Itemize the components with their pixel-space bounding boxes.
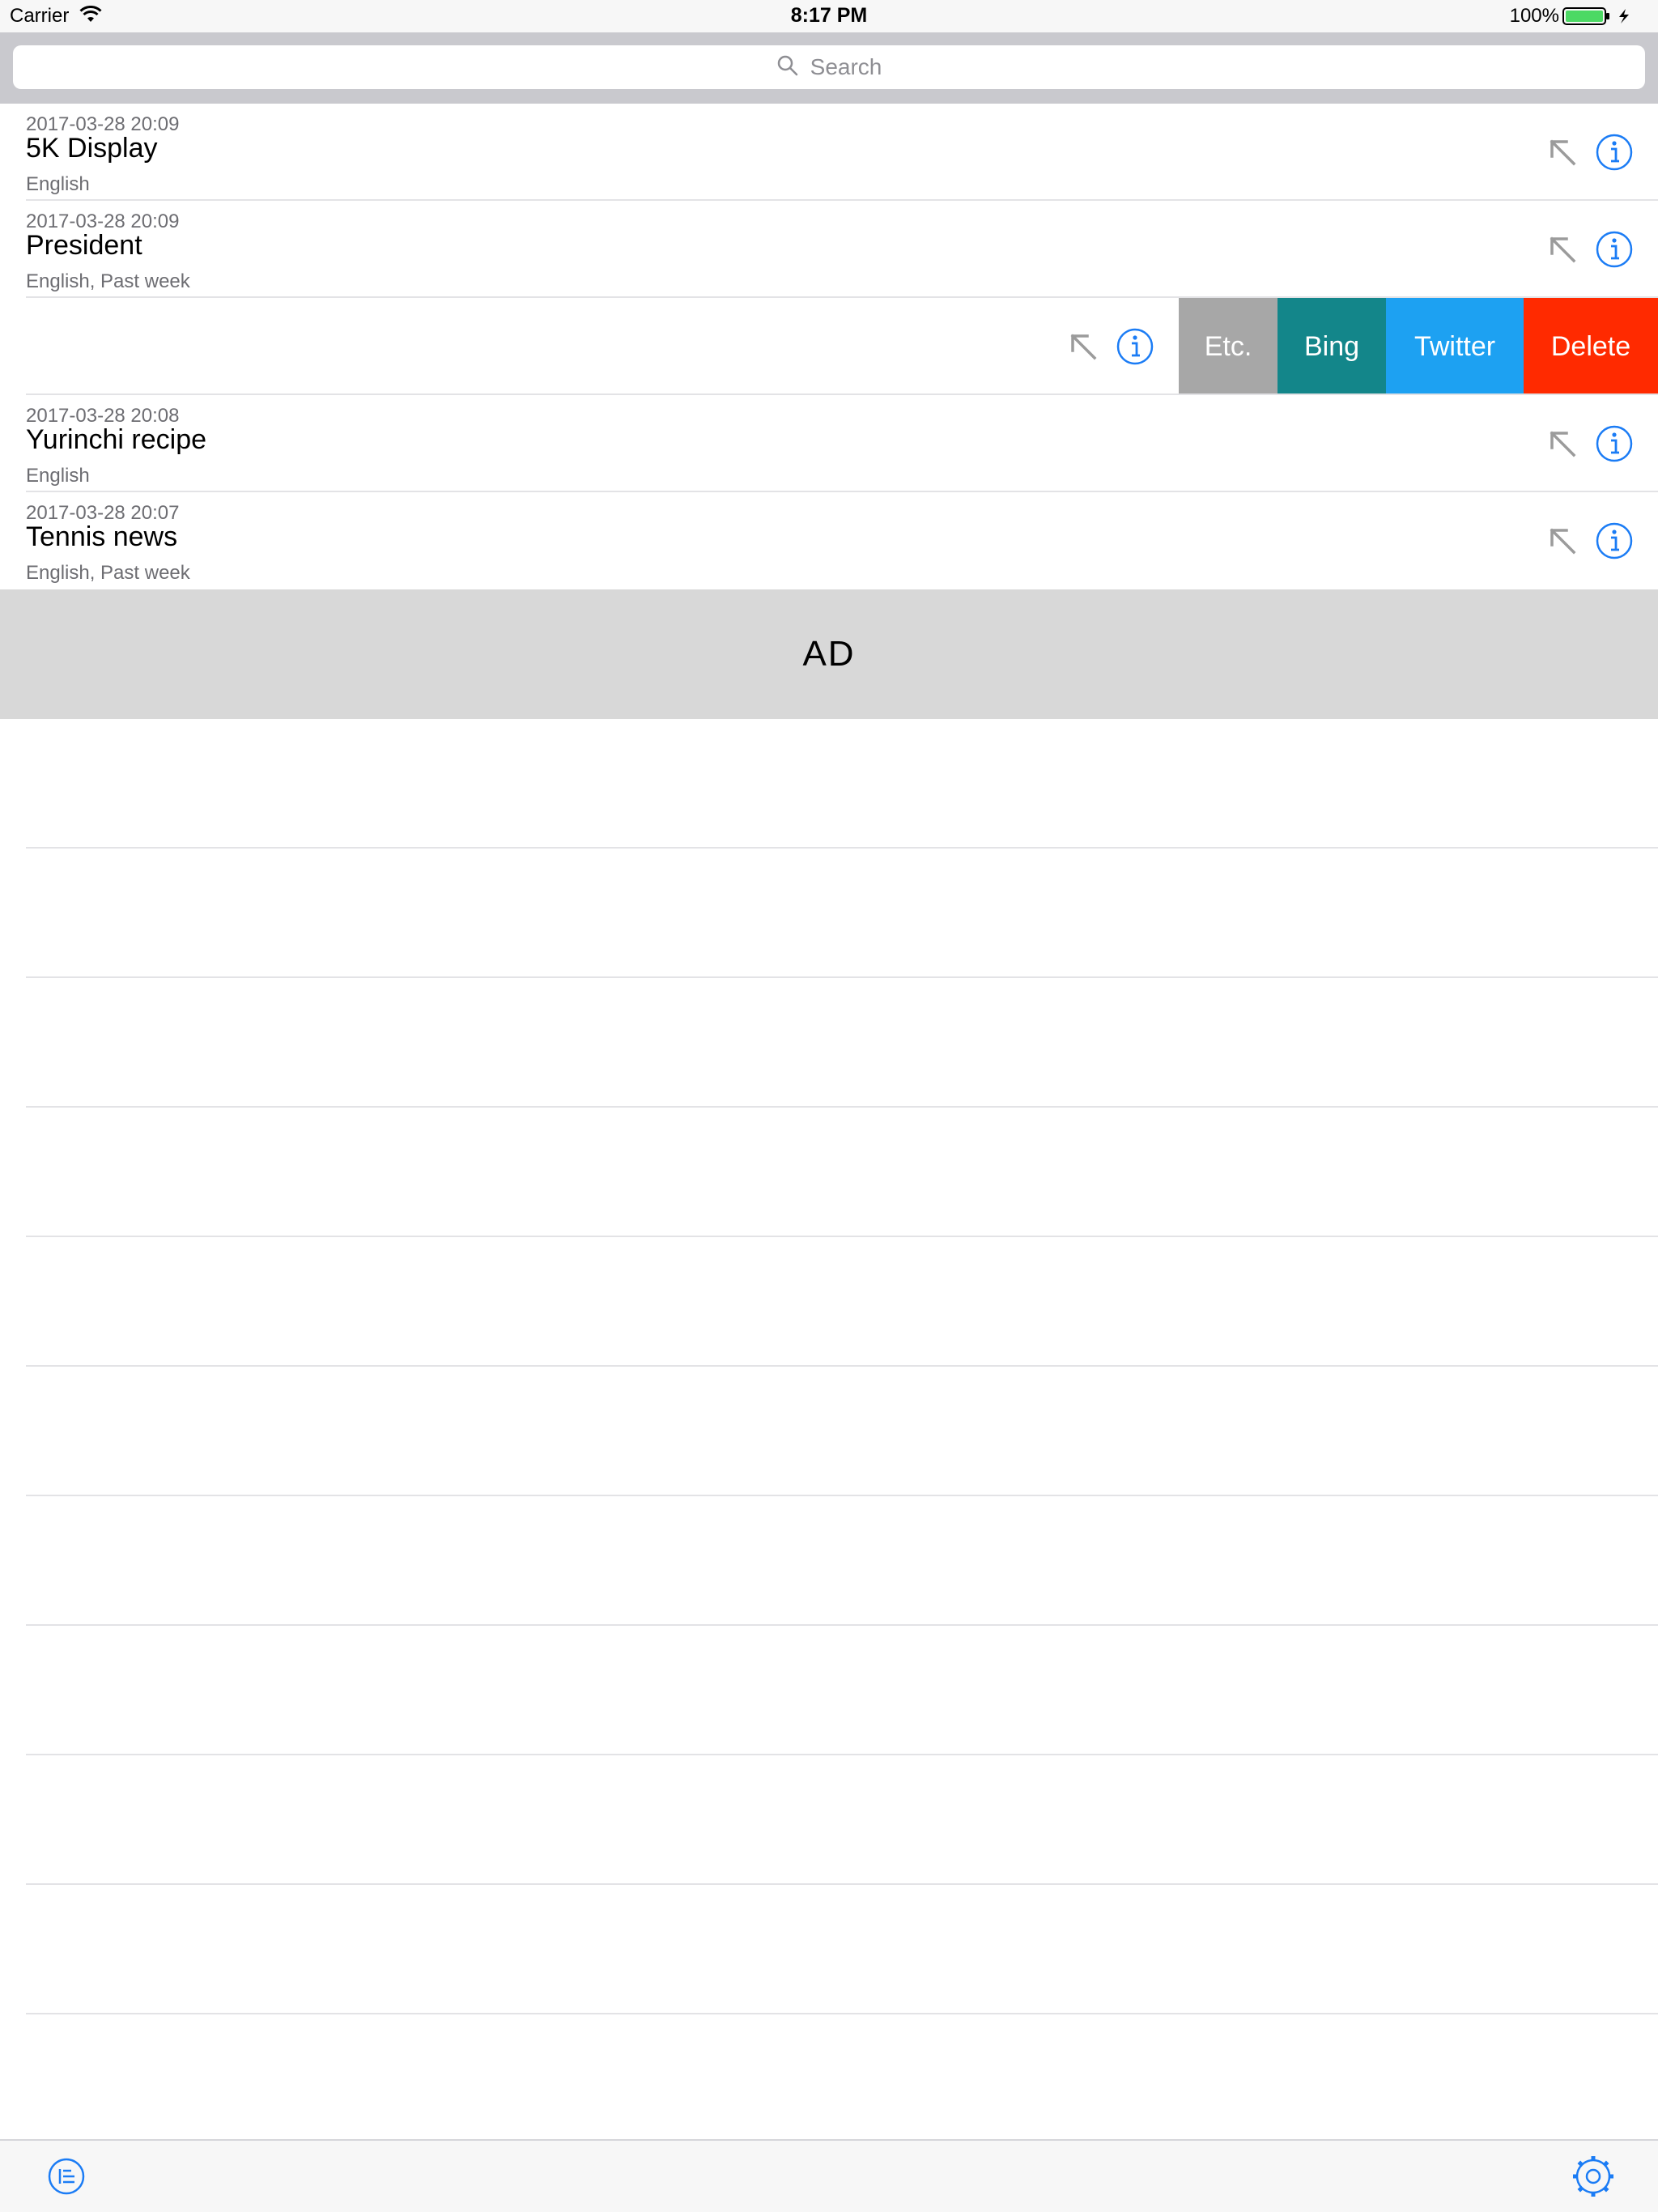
row-title: Tennis news — [26, 521, 178, 552]
etc-action-button[interactable]: Etc. — [1179, 298, 1278, 395]
history-row[interactable]: 2017-03-28 20:08 Yurinchi recipe English — [0, 395, 1658, 492]
row-title: 5K Display — [26, 133, 158, 164]
empty-row-separator — [26, 1624, 1658, 1626]
arrow-up-left-icon[interactable] — [1062, 325, 1104, 368]
battery-icon — [1562, 7, 1640, 29]
history-row[interactable]: 2017-03-28 20:07 Tennis news English, Pa… — [0, 492, 1658, 589]
row-subtitle: English, Past week — [26, 270, 190, 292]
ad-banner[interactable]: AD — [0, 589, 1658, 719]
search-placeholder: Search — [810, 54, 882, 79]
history-list-icon[interactable] — [44, 2154, 89, 2199]
info-icon[interactable] — [1593, 131, 1635, 173]
row-title: President — [26, 230, 142, 261]
history-row[interactable]: 2017-03-28 20:09 President English, Past… — [0, 201, 1658, 298]
info-icon[interactable] — [1593, 423, 1635, 465]
battery-percent: 100% — [1509, 5, 1559, 27]
twitter-action-button[interactable]: Twitter — [1386, 298, 1524, 395]
history-row[interactable]: 2017-03-28 20:09 5K Display English — [0, 104, 1658, 201]
info-icon[interactable] — [1593, 228, 1635, 270]
search-bar: Search — [0, 32, 1658, 104]
row-subtitle: English, Past week — [26, 562, 190, 584]
delete-action-button[interactable]: Delete — [1524, 298, 1658, 395]
status-time: 8:17 PM — [790, 4, 868, 27]
arrow-up-left-icon[interactable] — [1541, 228, 1584, 270]
bing-action-button[interactable]: Bing — [1278, 298, 1386, 395]
arrow-up-left-icon[interactable] — [1541, 520, 1584, 562]
empty-row-separator — [26, 976, 1658, 978]
charging-bolt-icon — [1619, 9, 1629, 23]
empty-row-separator — [26, 1365, 1658, 1367]
history-row-swiped[interactable]: Etc. Bing Twitter Delete — [0, 298, 1658, 395]
empty-row-separator — [26, 847, 1658, 849]
search-input[interactable]: Search — [13, 45, 1645, 89]
arrow-up-left-icon[interactable] — [1541, 423, 1584, 465]
info-icon[interactable] — [1593, 520, 1635, 562]
row-subtitle: English — [26, 173, 90, 195]
empty-row-separator — [26, 1495, 1658, 1496]
row-title: Yurinchi recipe — [26, 424, 207, 455]
info-icon[interactable] — [1114, 325, 1156, 368]
empty-row-separator — [26, 2013, 1658, 2014]
empty-row-separator — [26, 1236, 1658, 1237]
row-subtitle: English — [26, 465, 90, 487]
settings-gear-icon[interactable] — [1571, 2154, 1616, 2199]
status-bar: Carrier 8:17 PM 100% — [0, 0, 1658, 32]
arrow-up-left-icon[interactable] — [1541, 131, 1584, 173]
empty-row-separator — [26, 1106, 1658, 1108]
empty-row-separator — [26, 1883, 1658, 1885]
search-icon — [776, 54, 810, 81]
bottom-toolbar — [0, 2139, 1658, 2212]
empty-row-separator — [26, 1754, 1658, 1755]
